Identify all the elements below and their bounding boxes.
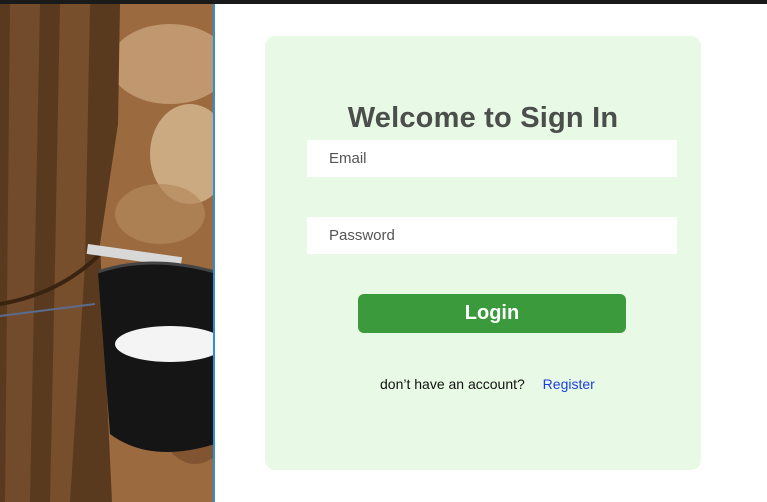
signin-card: Welcome to Sign In Login don’t have an a…	[265, 36, 701, 470]
email-field[interactable]	[307, 140, 677, 177]
rubber-tree-image	[0, 4, 215, 502]
register-prompt: don’t have an account? Register	[380, 376, 595, 392]
password-field[interactable]	[307, 217, 677, 254]
register-link[interactable]: Register	[543, 376, 595, 392]
no-account-text: don’t have an account?	[380, 376, 525, 392]
login-button[interactable]: Login	[358, 294, 626, 333]
page-title: Welcome to Sign In	[347, 102, 619, 134]
